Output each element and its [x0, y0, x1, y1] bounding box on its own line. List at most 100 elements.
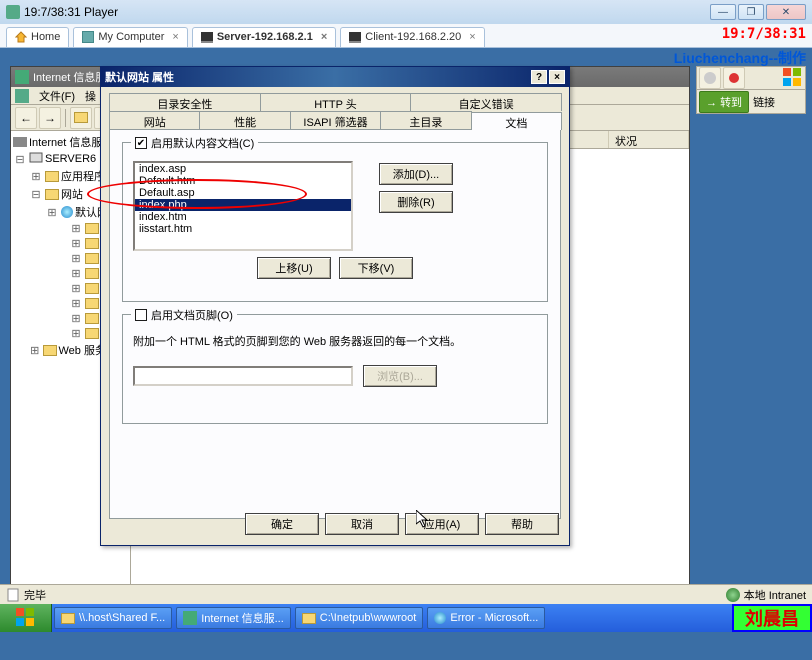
dialog-close-button[interactable]: × [549, 70, 565, 84]
start-button[interactable] [0, 604, 52, 632]
tab-server[interactable]: Server-192.168.2.1 × [192, 27, 336, 47]
tab-client[interactable]: Client-192.168.2.20 × [340, 27, 484, 47]
folder-up-icon [74, 112, 88, 123]
iis-app-icon [15, 70, 29, 84]
taskbar-item-label: C:\Inetpub\wwwroot [320, 612, 417, 624]
tab-home[interactable]: Home [6, 27, 69, 47]
tab-dirsec[interactable]: 目录安全性 [109, 93, 261, 111]
dialog-help-button[interactable]: ? [531, 70, 547, 84]
tree-server-label: SERVER6 [45, 153, 96, 165]
page-icon [6, 588, 20, 602]
properties-dialog: 默认网站 属性 ? × 目录安全性 HTTP 头 自定义错误 网站 性能 ISA… [100, 66, 570, 546]
ok-button[interactable]: 确定 [245, 513, 319, 535]
list-item[interactable]: index.asp [135, 163, 351, 175]
fwd-button[interactable]: → [39, 107, 61, 129]
tab-homedir[interactable]: 主目录 [380, 111, 471, 129]
tab-server-label: Server-192.168.2.1 [217, 31, 313, 43]
add-button[interactable]: 添加(D)... [379, 163, 453, 185]
ie-toolbar-region: → 转到 链接 [696, 66, 806, 146]
go-button[interactable]: → 转到 [699, 91, 749, 113]
enable-default-docs-label: 启用默认内容文档(C) [151, 135, 254, 151]
iis-icon [183, 611, 197, 625]
enable-footer-checkbox[interactable] [135, 309, 147, 321]
tab-isapi[interactable]: ISAPI 筛选器 [290, 111, 381, 129]
col-status[interactable]: 状况 [609, 131, 689, 148]
tab-customerr[interactable]: 自定义错误 [410, 93, 562, 111]
taskbar-item[interactable]: Error - Microsoft... [427, 607, 545, 629]
dialog-title-text: 默认网站 属性 [105, 69, 174, 85]
remove-button[interactable]: 删除(R) [379, 191, 453, 213]
footer-group: 启用文档页脚(O) 附加一个 HTML 格式的页脚到您的 Web 服务器返回的每… [122, 314, 548, 424]
mmc-icon [15, 89, 29, 103]
folder-icon [45, 171, 59, 182]
watermark-text: Liuchenchang--制作 [674, 48, 806, 68]
go-label: 转到 [720, 97, 742, 109]
tab-perf[interactable]: 性能 [199, 111, 290, 129]
taskbar-item-label: \\.host\Shared F... [79, 612, 165, 624]
add-button-label: 添加(D)... [393, 166, 439, 182]
tab-mycomputer[interactable]: My Computer × [73, 27, 187, 47]
tab-site-label: 网站 [144, 117, 166, 129]
enable-default-docs-checkbox[interactable]: ✔ [135, 137, 147, 149]
intranet-icon [726, 588, 740, 602]
folder-icon [45, 189, 59, 200]
taskbar-item[interactable]: \\.host\Shared F... [54, 607, 172, 629]
ie-back-button[interactable] [699, 67, 721, 89]
tab-mycomputer-close[interactable]: × [172, 31, 178, 43]
folder-icon [85, 268, 99, 279]
outer-close-button[interactable]: ✕ [766, 4, 806, 20]
links-label: 链接 [753, 94, 775, 110]
author-name-box: 刘晨昌 [732, 604, 812, 632]
list-item[interactable]: Default.htm [135, 175, 351, 187]
site-icon [61, 206, 73, 218]
folder-icon [85, 283, 99, 294]
taskbar-item[interactable]: C:\Inetpub\wwwroot [295, 607, 424, 629]
list-item-selected[interactable]: index.php [135, 199, 351, 211]
folder-icon [85, 298, 99, 309]
folder-icon [85, 313, 99, 324]
ie-stop-button[interactable] [723, 67, 745, 89]
remove-button-label: 删除(R) [397, 194, 434, 210]
tab-docs[interactable]: 文档 [471, 112, 562, 130]
folder-icon [85, 328, 99, 339]
tab-client-close[interactable]: × [469, 31, 475, 43]
dialog-titlebar[interactable]: 默认网站 属性 ? × [101, 67, 569, 87]
overlay-clock: 19:7/38:31 [722, 26, 806, 42]
dialog-content: ✔ 启用默认内容文档(C) index.asp Default.htm Defa… [109, 129, 561, 519]
tab-http-label: HTTP 头 [314, 99, 357, 111]
tab-site[interactable]: 网站 [109, 111, 200, 129]
windows-flag-icon [783, 68, 803, 88]
outer-maximize-button[interactable]: ❐ [738, 4, 764, 20]
up-button[interactable] [70, 107, 92, 129]
cancel-button[interactable]: 取消 [325, 513, 399, 535]
footer-path-input[interactable] [133, 366, 353, 386]
enable-footer-label: 启用文档页脚(O) [151, 307, 233, 323]
tab-server-close[interactable]: × [321, 31, 327, 43]
folder-icon [85, 253, 99, 264]
menu-file[interactable]: 文件(F) [39, 88, 75, 104]
cancel-label: 取消 [351, 516, 373, 532]
moveup-button[interactable]: 上移(U) [257, 257, 331, 279]
player-title-text: 19:7/38:31 Player [24, 5, 118, 19]
tab-docs-label: 文档 [505, 118, 527, 130]
vmware-icon [6, 5, 20, 19]
default-docs-listbox[interactable]: index.asp Default.htm Default.asp index.… [133, 161, 353, 251]
movedown-button[interactable]: 下移(V) [339, 257, 413, 279]
tab-client-label: Client-192.168.2.20 [365, 31, 461, 43]
list-item[interactable]: Default.asp [135, 187, 351, 199]
menu-op[interactable]: 操 [85, 88, 96, 104]
computer-icon [82, 31, 94, 43]
ie-status-bar: 完毕 本地 Intranet [0, 584, 812, 604]
back-button[interactable]: ← [15, 107, 37, 129]
taskbar-item[interactable]: Internet 信息服... [176, 607, 291, 629]
list-item[interactable]: iisstart.htm [135, 223, 351, 235]
tab-http[interactable]: HTTP 头 [260, 93, 412, 111]
outer-minimize-button[interactable]: — [710, 4, 736, 20]
help-button[interactable]: 帮助 [485, 513, 559, 535]
tab-home-label: Home [31, 31, 60, 43]
computer-icon [29, 152, 43, 166]
footer-description: 附加一个 HTML 格式的页脚到您的 Web 服务器返回的每一个文档。 [133, 333, 537, 349]
tab-customerr-label: 自定义错误 [459, 99, 514, 111]
list-item[interactable]: index.htm [135, 211, 351, 223]
tree-web-label: 网站 [61, 186, 83, 202]
